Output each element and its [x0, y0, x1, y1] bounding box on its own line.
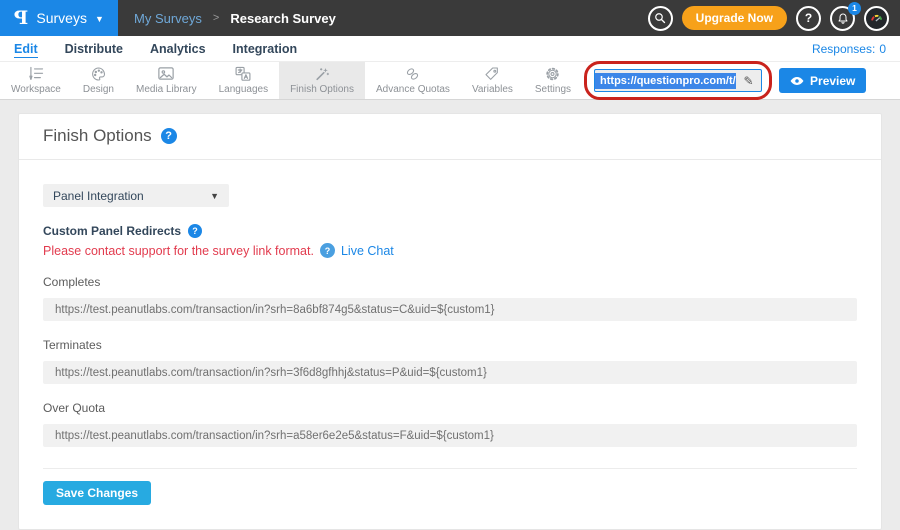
edit-url-pencil-icon[interactable]: ✎: [736, 74, 761, 88]
languages-icon: [234, 65, 252, 82]
edit-toolbar: Workspace Design Media Library Languages…: [0, 62, 900, 100]
survey-url-selected-text: https://questionpro.com/t/A: [595, 73, 736, 89]
breadcrumb-current-survey: Research Survey: [230, 11, 336, 26]
support-warning-text: Please contact support for the survey li…: [43, 244, 314, 258]
toolbar-item-languages[interactable]: Languages: [208, 62, 280, 99]
panel-integration-dropdown[interactable]: Panel Integration ▼: [43, 184, 229, 207]
over-quota-field-group: Over Quota: [43, 401, 857, 447]
product-switcher[interactable]: P Surveys ▼: [0, 0, 118, 36]
section-heading-text: Custom Panel Redirects: [43, 224, 181, 238]
terminates-field-group: Terminates: [43, 338, 857, 384]
responses-value: 0: [879, 42, 886, 56]
topbar-actions: Upgrade Now ? 1: [648, 0, 900, 36]
support-warning-row: Please contact support for the survey li…: [43, 243, 857, 258]
page-title: Finish Options: [43, 126, 152, 146]
responses-label: Responses:: [812, 42, 875, 56]
live-chat-icon[interactable]: ?: [320, 243, 335, 258]
gauge-logo-icon: [869, 11, 884, 26]
tab-integration[interactable]: Integration: [233, 40, 298, 58]
toolbar-item-label: Media Library: [136, 84, 197, 95]
card-body: Panel Integration ▼ Custom Panel Redirec…: [19, 160, 881, 529]
notifications-button[interactable]: 1: [830, 6, 855, 31]
media-library-icon: [157, 65, 175, 82]
toolbar-item-label: Languages: [219, 84, 269, 95]
questionpro-logo-icon: P: [14, 7, 28, 29]
over-quota-url-input[interactable]: [43, 424, 857, 447]
design-palette-icon: [90, 65, 107, 82]
advance-quotas-links-icon: [404, 65, 421, 82]
terminates-label: Terminates: [43, 338, 857, 352]
toolbar-item-variables[interactable]: Variables: [461, 62, 524, 99]
survey-url-widget: https://questionpro.com/t/A ✎: [594, 69, 762, 92]
toolbar-item-settings[interactable]: Settings: [524, 62, 582, 99]
preview-label: Preview: [810, 74, 855, 88]
redirects-help-icon[interactable]: ?: [188, 224, 202, 238]
survey-url-field[interactable]: https://questionpro.com/t/A ✎: [594, 69, 762, 92]
toolbar-item-label: Workspace: [11, 84, 61, 95]
tab-analytics[interactable]: Analytics: [150, 40, 206, 58]
top-bar: P Surveys ▼ My Surveys > Research Survey…: [0, 0, 900, 36]
toolbar-item-label: Settings: [535, 84, 571, 95]
finish-options-card: Finish Options ? Panel Integration ▼ Cus…: [18, 113, 882, 530]
completes-field-group: Completes: [43, 275, 857, 321]
main-content: Finish Options ? Panel Integration ▼ Cus…: [0, 100, 900, 530]
tab-edit[interactable]: Edit: [14, 40, 38, 58]
custom-panel-redirects-heading: Custom Panel Redirects ?: [43, 224, 857, 238]
completes-url-input[interactable]: [43, 298, 857, 321]
eye-icon: [790, 76, 804, 86]
terminates-url-input[interactable]: [43, 361, 857, 384]
finish-options-help-icon[interactable]: ?: [161, 128, 177, 144]
settings-gear-icon: [544, 65, 561, 82]
toolbar-item-label: Finish Options: [290, 84, 354, 95]
preview-button[interactable]: Preview: [779, 68, 866, 93]
chevron-down-icon: ▼: [210, 191, 219, 201]
toolbar-item-media-library[interactable]: Media Library: [125, 62, 208, 99]
toolbar-item-finish-options[interactable]: Finish Options: [279, 62, 365, 99]
product-name: Surveys: [36, 10, 87, 26]
dropdown-selected-value: Panel Integration: [53, 189, 144, 203]
bell-icon: [837, 12, 849, 25]
survey-nav-row: Edit Distribute Analytics Integration Re…: [0, 36, 900, 62]
notification-badge: 1: [848, 2, 861, 15]
search-icon: [654, 12, 666, 24]
search-button[interactable]: [648, 6, 673, 31]
survey-tabs: Edit Distribute Analytics Integration: [14, 40, 297, 58]
toolbar-item-workspace[interactable]: Workspace: [0, 62, 72, 99]
upgrade-now-button[interactable]: Upgrade Now: [682, 6, 787, 30]
completes-label: Completes: [43, 275, 857, 289]
tab-distribute[interactable]: Distribute: [65, 40, 123, 58]
chevron-down-icon: ▼: [95, 12, 104, 24]
variables-tag-icon: [484, 65, 500, 82]
account-avatar[interactable]: [864, 6, 889, 31]
toolbar-item-design[interactable]: Design: [72, 62, 125, 99]
finish-options-wand-icon: [314, 65, 331, 82]
toolbar-item-advance-quotas[interactable]: Advance Quotas: [365, 62, 461, 99]
divider: [43, 468, 857, 469]
live-chat-link[interactable]: Live Chat: [341, 244, 394, 258]
question-mark-icon: ?: [805, 11, 812, 25]
card-header: Finish Options ?: [19, 114, 881, 160]
toolbar-item-label: Advance Quotas: [376, 84, 450, 95]
breadcrumb-separator: >: [213, 12, 219, 24]
responses-counter[interactable]: Responses: 0: [812, 42, 886, 56]
toolbar-item-label: Variables: [472, 84, 513, 95]
toolbar-item-label: Design: [83, 84, 114, 95]
help-button[interactable]: ?: [796, 6, 821, 31]
workspace-icon: [27, 65, 45, 82]
breadcrumb-my-surveys[interactable]: My Surveys: [134, 11, 202, 26]
breadcrumb: My Surveys > Research Survey: [134, 0, 336, 36]
save-changes-button[interactable]: Save Changes: [43, 481, 151, 505]
over-quota-label: Over Quota: [43, 401, 857, 415]
